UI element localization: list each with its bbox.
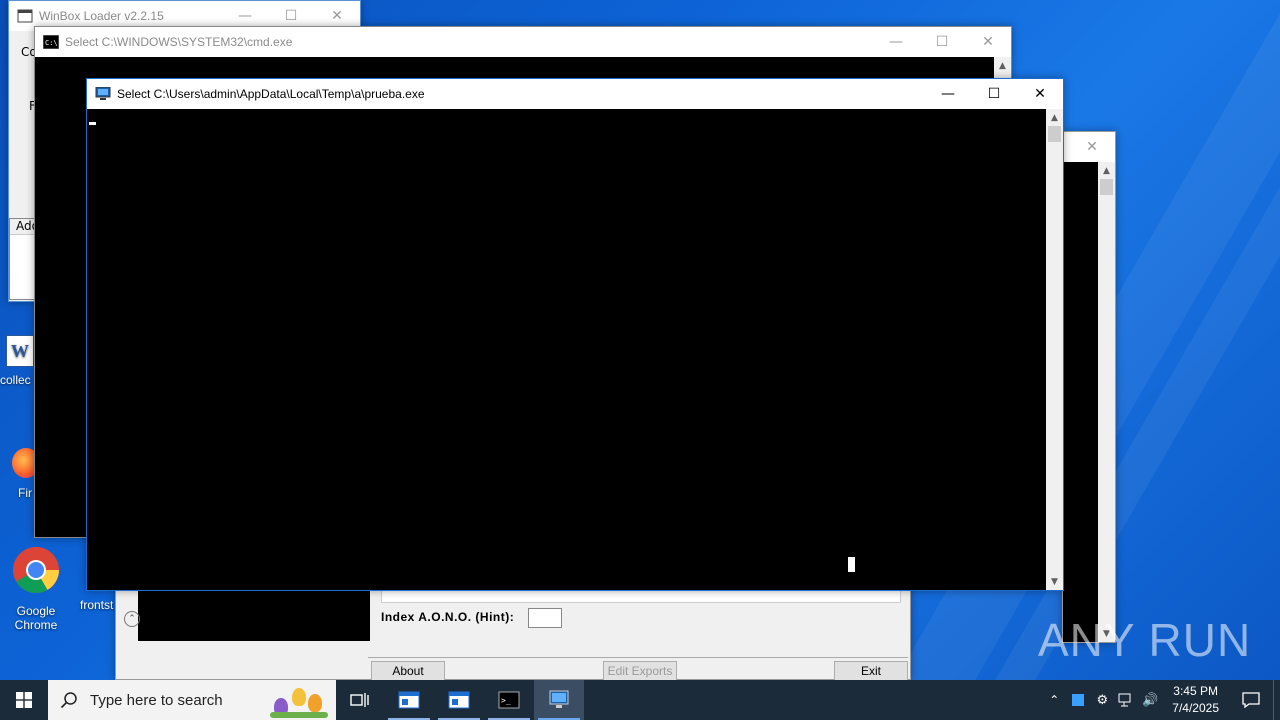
cmd-icon: C:\ [43, 35, 59, 49]
vertical-scrollbar[interactable]: ▲ ▼ [1046, 109, 1063, 590]
console-output-area[interactable] [87, 109, 1046, 590]
scroll-up-circle-icon[interactable]: ⌃ [124, 611, 140, 627]
volume-icon[interactable]: 🔊 [1138, 680, 1162, 720]
system-tray: ⌃ ⚙ 🔊 3:45 PM 7/4/2025 [1042, 680, 1280, 720]
window-title: Select C:\Users\admin\AppData\Local\Temp… [117, 87, 425, 101]
word-icon: W [6, 335, 34, 367]
scroll-down-arrow-icon[interactable]: ▼ [1046, 573, 1063, 590]
svg-text:C:\: C:\ [45, 39, 58, 47]
text-cursor [89, 122, 96, 125]
svg-text:>_: >_ [501, 696, 511, 705]
desktop-icon-chrome[interactable]: Google Chrome [0, 546, 72, 632]
task-view-button[interactable] [336, 680, 384, 720]
scrollbar-thumb[interactable] [1100, 179, 1113, 195]
tray-app-icon[interactable] [1066, 680, 1090, 720]
console-app-icon [549, 690, 569, 708]
show-hidden-icons-button[interactable]: ⌃ [1042, 680, 1066, 720]
app-window-icon [448, 691, 470, 709]
edit-exports-button[interactable]: Edit Exports [603, 661, 677, 681]
minimize-button[interactable]: — [873, 27, 919, 57]
scrollbar-thumb[interactable] [1048, 126, 1061, 142]
taskbar-app-cmd[interactable]: >_ [484, 680, 534, 720]
anyrun-watermark: ANY RUN [1038, 610, 1251, 670]
console-app-icon [95, 87, 111, 100]
dialog-separator [368, 657, 908, 658]
about-button[interactable]: About [371, 661, 445, 681]
task-view-icon [350, 693, 369, 707]
windows-logo-icon [16, 692, 32, 708]
prueba-console-window[interactable]: Select C:\Users\admin\AppData\Local\Temp… [86, 78, 1064, 591]
maximize-button[interactable]: ☐ [919, 27, 965, 57]
index-aono-label: Index A.O.N.O. (Hint): [381, 610, 515, 624]
taskbar-clock[interactable]: 3:45 PM 7/4/2025 [1172, 683, 1219, 717]
taskbar-search-box[interactable]: Type here to search [48, 680, 336, 720]
window-app-icon [17, 9, 33, 23]
taskbar-app-exports[interactable] [434, 680, 484, 720]
console-output-area[interactable] [1063, 162, 1098, 642]
notifications-button[interactable] [1229, 680, 1273, 720]
background-console-window[interactable]: ✕ ▲ ▼ [1062, 131, 1116, 643]
taskbar: Type here to search >_ ⌃ ⚙ 🔊 3:45 PM 7/4… [0, 680, 1280, 720]
search-tulip-illustration-icon [266, 684, 330, 720]
tray-security-icon[interactable]: ⚙ [1090, 680, 1114, 720]
app-window-icon [398, 691, 420, 709]
minimize-button[interactable]: — [925, 79, 971, 109]
prueba-titlebar[interactable]: Select C:\Users\admin\AppData\Local\Temp… [87, 79, 1063, 109]
cmd-titlebar[interactable]: C:\ Select C:\WINDOWS\SYSTEM32\cmd.exe —… [35, 27, 1011, 57]
close-button[interactable]: ✕ [965, 27, 1011, 57]
scroll-up-arrow-icon[interactable]: ▲ [1098, 162, 1115, 179]
dialog-black-panel [138, 589, 370, 641]
search-icon [60, 692, 77, 709]
scroll-up-arrow-icon[interactable]: ▲ [994, 57, 1011, 74]
window-title: Select C:\WINDOWS\SYSTEM32\cmd.exe [65, 35, 293, 49]
close-button[interactable]: ✕ [1017, 79, 1063, 109]
block-cursor [848, 557, 855, 572]
start-button[interactable] [0, 680, 48, 720]
index-aono-input[interactable] [528, 608, 562, 628]
exit-button[interactable]: Exit [834, 661, 908, 681]
vertical-scrollbar[interactable]: ▲ ▼ [1098, 162, 1115, 642]
clock-date: 7/4/2025 [1172, 701, 1219, 715]
search-placeholder: Type here to search [90, 691, 223, 709]
dialog-table-row [381, 589, 901, 603]
taskbar-app-winbox[interactable] [384, 680, 434, 720]
close-button[interactable]: ✕ [1069, 132, 1115, 162]
taskbar-app-prueba[interactable] [534, 680, 584, 720]
desktop-icon-label: Google Chrome [14, 604, 58, 632]
maximize-button[interactable]: ☐ [971, 79, 1017, 109]
show-desktop-button[interactable] [1273, 680, 1280, 720]
network-icon[interactable] [1114, 680, 1138, 720]
clock-time: 3:45 PM [1173, 684, 1218, 698]
notification-icon [1242, 692, 1260, 708]
window-title: WinBox Loader v2.2.15 [39, 9, 164, 23]
chrome-icon [13, 547, 59, 593]
watermark-text: ANY RUN [1038, 614, 1252, 666]
cmd-icon: >_ [498, 691, 520, 709]
scroll-up-arrow-icon[interactable]: ▲ [1046, 109, 1063, 126]
